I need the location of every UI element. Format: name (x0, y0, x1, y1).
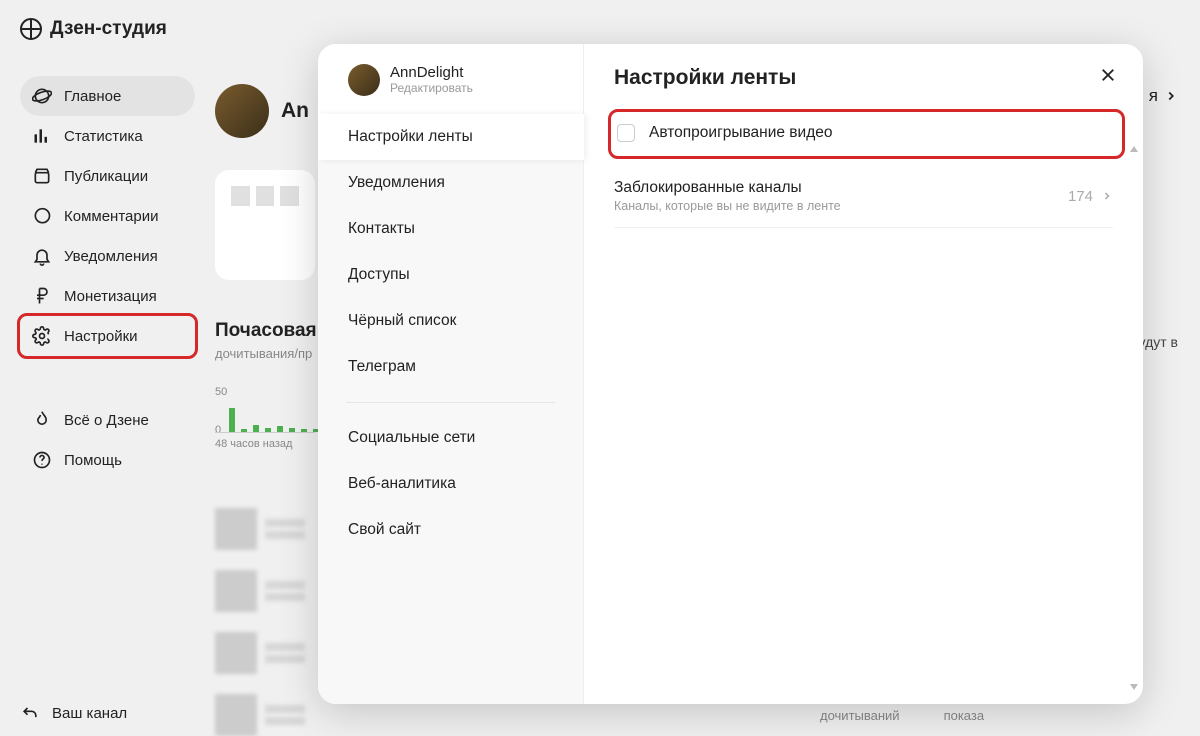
chevron-right-icon (1101, 190, 1113, 202)
modal-tab-own-site[interactable]: Свой сайт (318, 507, 583, 553)
modal-overlay: AnnDelight Редактировать Настройки ленты… (0, 0, 1200, 735)
blocked-channels-title: Заблокированные каналы (614, 179, 841, 197)
modal-tab-web-analytics[interactable]: Веб-аналитика (318, 461, 583, 507)
modal-tab-social[interactable]: Социальные сети (318, 415, 583, 461)
close-icon (1099, 66, 1117, 84)
modal-sidebar: AnnDelight Редактировать Настройки ленты… (318, 44, 584, 704)
modal-profile[interactable]: AnnDelight Редактировать (318, 58, 583, 114)
blocked-channels-subtitle: Каналы, которые вы не видите в ленте (614, 199, 841, 213)
avatar (348, 64, 380, 96)
autoplay-label: Автопроигрывание видео (649, 124, 833, 142)
modal-tab-access[interactable]: Доступы (318, 252, 583, 298)
modal-profile-name: AnnDelight (390, 65, 473, 82)
modal-tab-notifications[interactable]: Уведомления (318, 160, 583, 206)
modal-tab-blacklist[interactable]: Чёрный список (318, 298, 583, 344)
setting-autoplay-video[interactable]: Автопроигрывание видео (617, 124, 1110, 142)
divider (346, 402, 555, 403)
highlight-autoplay-row: Автопроигрывание видео (608, 109, 1125, 159)
blocked-channels-count: 174 (1068, 188, 1093, 205)
modal-title: Настройки ленты (614, 66, 1113, 90)
modal-scrollbar[interactable] (1129, 144, 1139, 692)
settings-modal: AnnDelight Редактировать Настройки ленты… (318, 44, 1143, 704)
autoplay-checkbox[interactable] (617, 124, 635, 142)
modal-tab-feed-settings[interactable]: Настройки ленты (318, 114, 584, 160)
modal-tab-telegram[interactable]: Телеграм (318, 344, 583, 390)
setting-blocked-channels[interactable]: Заблокированные каналы Каналы, которые в… (614, 167, 1113, 228)
modal-profile-edit[interactable]: Редактировать (390, 82, 473, 95)
close-button[interactable] (1097, 64, 1119, 86)
modal-content: Настройки ленты Автопроигрывание видео З… (584, 44, 1143, 704)
modal-tab-contacts[interactable]: Контакты (318, 206, 583, 252)
